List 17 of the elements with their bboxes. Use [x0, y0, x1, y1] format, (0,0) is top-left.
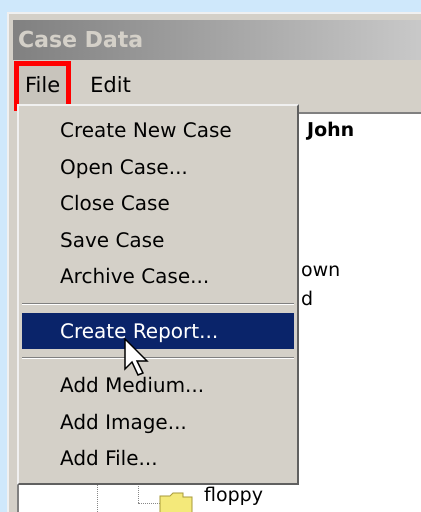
tree-item[interactable]: floppy	[204, 486, 263, 505]
folder-icon	[159, 492, 193, 512]
window-title: Case Data	[18, 26, 144, 54]
menu-tab[interactable]: File	[17, 64, 68, 108]
menu-item[interactable]: Create New Case	[22, 112, 294, 148]
menu-item[interactable]: Close Case	[22, 185, 294, 222]
menu-item[interactable]: Create Report...	[22, 312, 294, 349]
detail-text: d	[301, 290, 314, 309]
menu-item[interactable]: Archive Case...	[22, 258, 294, 294]
name-text: John	[307, 118, 354, 143]
menu-tab[interactable]: Edit	[82, 64, 139, 108]
menu-item[interactable]: Add File...	[22, 440, 294, 476]
detail-text: own	[301, 258, 340, 283]
menu-item[interactable]: Open Case...	[22, 148, 294, 185]
menu-item[interactable]: Save Case	[22, 222, 294, 258]
menu-item[interactable]: Add Image...	[22, 404, 294, 440]
menu-item[interactable]: Add Medium...	[22, 367, 294, 404]
